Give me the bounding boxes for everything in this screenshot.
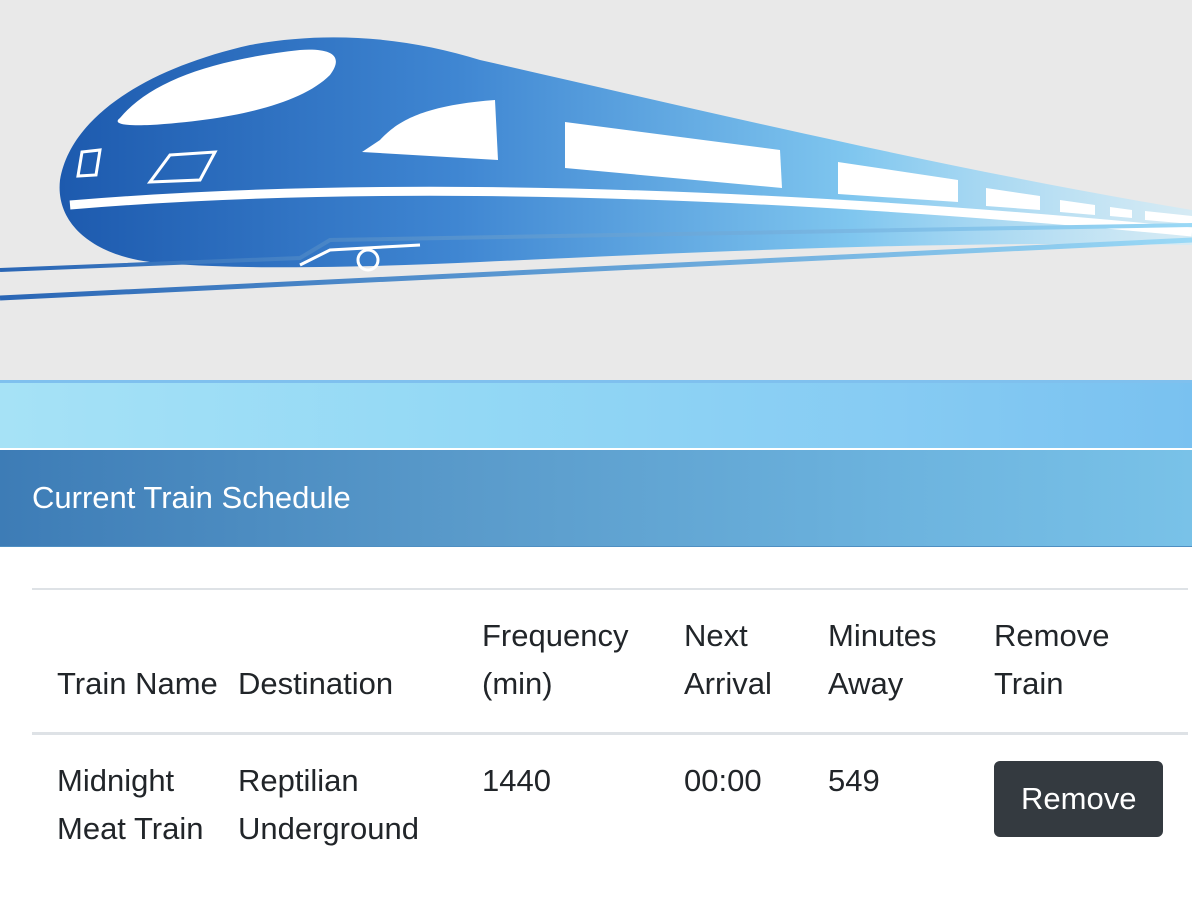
remove-train-button[interactable]: Remove bbox=[994, 761, 1164, 837]
panel-heading: Current Train Schedule bbox=[0, 450, 1192, 547]
header-train-name: Train Name bbox=[57, 666, 218, 701]
header-minutes-away: Minutes Away bbox=[828, 618, 937, 701]
header-destination: Destination bbox=[238, 666, 394, 701]
header-frequency: Frequency (min) bbox=[482, 618, 629, 701]
hero-banner bbox=[0, 0, 1192, 380]
schedule-table: Train Name Destination Frequency (min) N… bbox=[32, 588, 1188, 853]
table-body: Midnight Meat Train Reptilian Undergroun… bbox=[32, 734, 1188, 854]
header-remove-train: Remove Train bbox=[994, 618, 1110, 701]
cell-next-arrival: 00:00 bbox=[684, 763, 762, 798]
header-next-arrival: Next Arrival bbox=[684, 618, 772, 701]
cell-destination: Reptilian Underground bbox=[238, 763, 419, 846]
table-row: Midnight Meat Train Reptilian Undergroun… bbox=[32, 734, 1188, 854]
schedule-table-container: Train Name Destination Frequency (min) N… bbox=[32, 588, 1188, 853]
header-row: Train Name Destination Frequency (min) N… bbox=[32, 589, 1188, 734]
table-header: Train Name Destination Frequency (min) N… bbox=[32, 589, 1188, 734]
cell-minutes-away: 549 bbox=[828, 763, 880, 798]
train-logo-image bbox=[0, 37, 1192, 301]
panel-title: Current Train Schedule bbox=[32, 480, 351, 515]
cell-remove: Remove bbox=[994, 734, 1188, 854]
cell-train-name: Midnight Meat Train bbox=[57, 763, 204, 846]
cell-frequency: 1440 bbox=[482, 763, 551, 798]
accent-band bbox=[0, 380, 1192, 448]
